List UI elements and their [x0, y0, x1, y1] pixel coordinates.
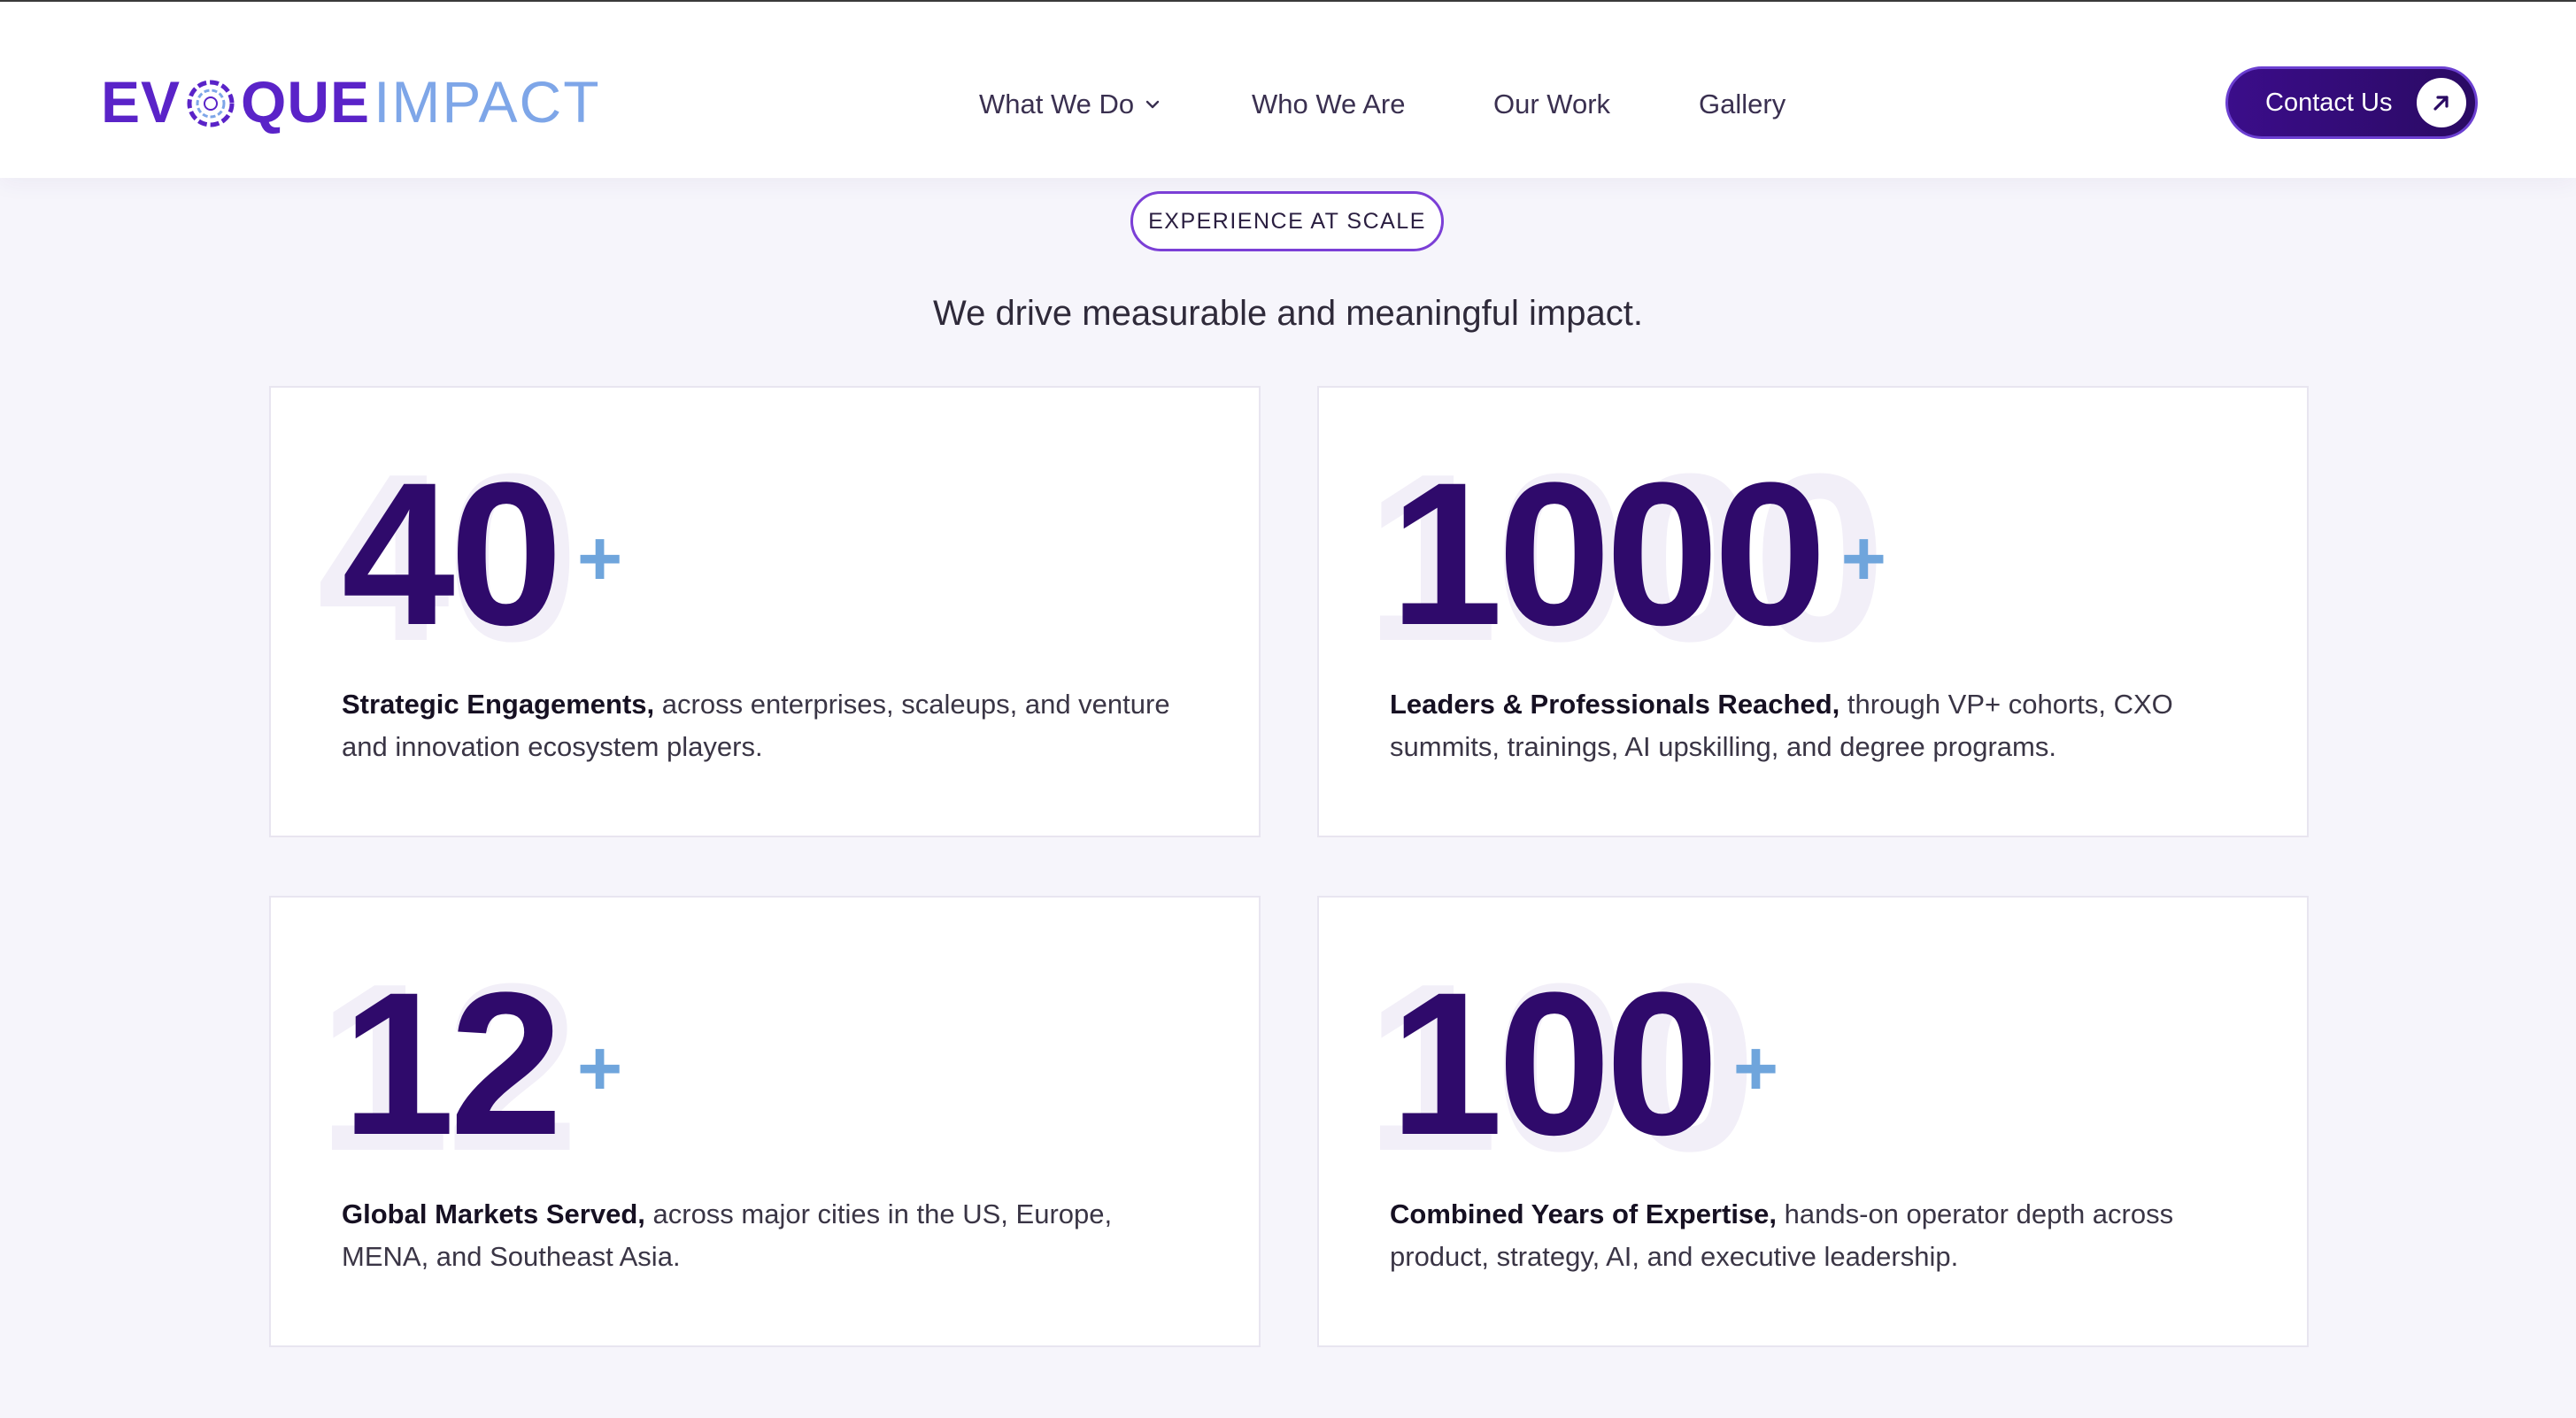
stat-title: Combined Years of Expertise, — [1390, 1198, 1778, 1229]
nav-label-our-work: Our Work — [1493, 89, 1611, 119]
stat-card: 1000 1000 + Leaders & Professionals Reac… — [1317, 386, 2309, 837]
section-subtitle: We drive measurable and meaningful impac… — [933, 294, 1643, 333]
stat-card: 100 100 + Combined Years of Expertise, h… — [1317, 896, 2309, 1347]
contact-us-label: Contact Us — [2265, 88, 2393, 117]
brand-logo[interactable]: EV QUE IMPACT — [101, 71, 601, 133]
nav-label-who-we-are: Who We Are — [1252, 89, 1406, 119]
stat-description: Global Markets Served, across major citi… — [342, 1193, 1192, 1278]
logo-text-que: QUE — [241, 69, 371, 135]
stat-figure: 40 + — [342, 440, 623, 667]
stat-figure: 1000 + — [1390, 440, 1887, 667]
stat-plus: + — [1840, 514, 1887, 602]
stat-number: 1000 — [1390, 440, 1827, 667]
stat-card: 40 40 + Strategic Engagements, across en… — [269, 386, 1261, 837]
stat-description: Combined Years of Expertise, hands-on op… — [1390, 1193, 2240, 1278]
stat-plus: + — [576, 1024, 623, 1112]
stat-title: Leaders & Professionals Reached, — [1390, 689, 1840, 720]
logo-text-ev: EV — [101, 69, 181, 135]
nav-item-gallery[interactable]: Gallery — [1699, 85, 1785, 124]
stat-card: 12 12 + Global Markets Served, across ma… — [269, 896, 1261, 1347]
section-badge: EXPERIENCE AT SCALE — [1130, 191, 1444, 251]
stat-figure: 100 + — [1390, 950, 1779, 1177]
stat-title: Strategic Engagements, — [342, 689, 655, 720]
nav-label-what-we-do: What We Do — [979, 89, 1135, 119]
logo-wordmark-evoque: EV QUE — [101, 71, 370, 133]
stat-plus: + — [576, 514, 623, 602]
stat-description: Strategic Engagements, across enterprise… — [342, 683, 1192, 768]
chevron-down-icon — [1145, 100, 1160, 109]
nav-item-who-we-are[interactable]: Who We Are — [1252, 85, 1405, 124]
stat-description: Leaders & Professionals Reached, through… — [1390, 683, 2240, 768]
stat-number: 100 — [1390, 950, 1719, 1177]
stat-number: 40 — [342, 440, 563, 667]
page: EV QUE IMPACT What We Do Who We Are Our … — [0, 0, 2576, 1418]
logo-ring-icon — [187, 80, 235, 127]
stat-number: 12 — [342, 950, 563, 1177]
nav-item-what-we-do[interactable]: What We Do — [979, 85, 1162, 124]
logo-text-impact: IMPACT — [374, 69, 601, 135]
nav-label-gallery: Gallery — [1699, 89, 1786, 119]
site-header: EV QUE IMPACT What We Do Who We Are Our … — [0, 0, 2576, 178]
contact-us-button[interactable]: Contact Us — [2225, 66, 2478, 139]
stat-title: Global Markets Served, — [342, 1198, 645, 1229]
stat-figure: 12 + — [342, 950, 623, 1177]
nav-item-our-work[interactable]: Our Work — [1493, 85, 1610, 124]
stat-plus: + — [1732, 1024, 1779, 1112]
arrow-up-right-icon — [2417, 78, 2466, 127]
